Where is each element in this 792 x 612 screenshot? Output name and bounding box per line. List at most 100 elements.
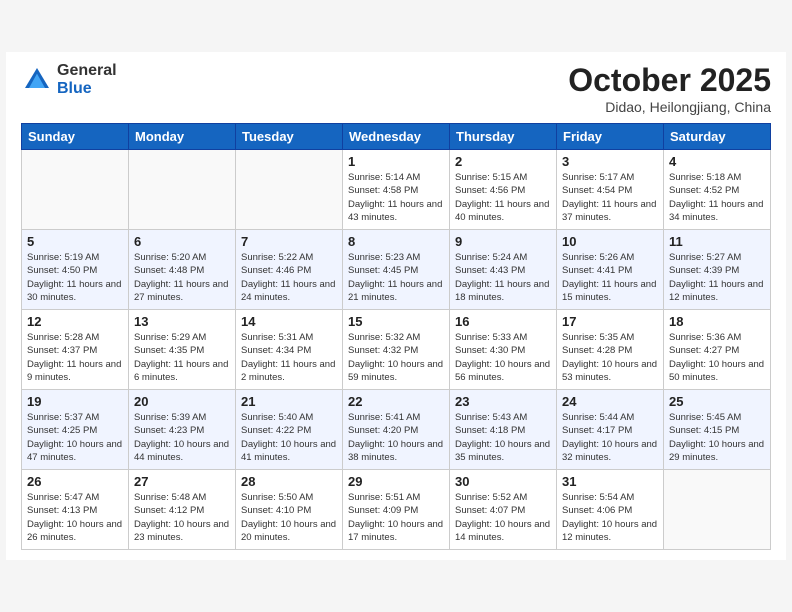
day-info: Sunrise: 5:48 AM Sunset: 4:12 PM Dayligh… [134, 491, 230, 544]
day-info: Sunrise: 5:18 AM Sunset: 4:52 PM Dayligh… [669, 171, 765, 224]
table-row: 17Sunrise: 5:35 AM Sunset: 4:28 PM Dayli… [557, 310, 664, 390]
header-saturday: Saturday [664, 124, 771, 150]
logo-blue: Blue [57, 80, 117, 98]
table-row: 25 Sunrise: 5:45 AM Sunset: 4:15 PM Dayli… [664, 390, 771, 470]
day-info: Sunrise: 5:27 AM Sunset: 4:39 PM Dayligh… [669, 251, 765, 304]
day-number: 1 [348, 154, 444, 169]
day-number: 30 [455, 474, 551, 489]
day-number: 25 [669, 394, 765, 409]
day-info: Sunrise: 5:40 AM Sunset: 4:22 PM Dayligh… [241, 411, 337, 464]
day-info: Sunrise: 5:29 AM Sunset: 4:35 PM Dayligh… [134, 331, 230, 384]
header-tuesday: Tuesday [236, 124, 343, 150]
day-info: Sunrise: 5:43 AM Sunset: 4:18 PM Dayligh… [455, 411, 551, 464]
table-row: 31 Sunrise: 5:54 AM Sunset: 4:06 PM Dayli… [557, 470, 664, 550]
table-row: 19 Sunrise: 5:37 AM Sunset: 4:25 PM Dayli… [22, 390, 129, 470]
table-row [22, 150, 129, 230]
table-row: 23 Sunrise: 5:43 AM Sunset: 4:18 PM Dayli… [450, 390, 557, 470]
day-number: 20 [134, 394, 230, 409]
day-info: Sunrise: 5:28 AM Sunset: 4:37 PM Dayligh… [27, 331, 123, 384]
day-info: Sunrise: 5:26 AM Sunset: 4:41 PM Dayligh… [562, 251, 658, 304]
table-row: 1 Sunrise: 5:14 AM Sunset: 4:58 PM Daylig… [343, 150, 450, 230]
day-info: Sunrise: 5:37 AM Sunset: 4:25 PM Dayligh… [27, 411, 123, 464]
day-info: Sunrise: 5:39 AM Sunset: 4:23 PM Dayligh… [134, 411, 230, 464]
header-sunday: Sunday [22, 124, 129, 150]
day-info: Sunrise: 5:14 AM Sunset: 4:58 PM Dayligh… [348, 171, 444, 224]
day-number: 9 [455, 234, 551, 249]
day-number: 11 [669, 234, 765, 249]
day-number: 12 [27, 314, 123, 329]
day-info: Sunrise: 5:51 AM Sunset: 4:09 PM Dayligh… [348, 491, 444, 544]
table-row: 6 Sunrise: 5:20 AM Sunset: 4:48 PM Daylig… [129, 230, 236, 310]
day-info: Sunrise: 5:45 AM Sunset: 4:15 PM Dayligh… [669, 411, 765, 464]
table-row: 8 Sunrise: 5:23 AM Sunset: 4:45 PM Daylig… [343, 230, 450, 310]
table-row: 18 Sunrise: 5:36 AM Sunset: 4:27 PM Dayli… [664, 310, 771, 390]
day-info: Sunrise: 5:35 AM Sunset: 4:28 PM Dayligh… [562, 331, 658, 384]
day-info: Sunrise: 5:52 AM Sunset: 4:07 PM Dayligh… [455, 491, 551, 544]
day-number: 13 [134, 314, 230, 329]
day-number: 2 [455, 154, 551, 169]
logo-general: General [57, 62, 117, 80]
table-row: 5Sunrise: 5:19 AM Sunset: 4:50 PM Daylig… [22, 230, 129, 310]
calendar-week-row: 1 Sunrise: 5:14 AM Sunset: 4:58 PM Daylig… [22, 150, 771, 230]
day-info: Sunrise: 5:50 AM Sunset: 4:10 PM Dayligh… [241, 491, 337, 544]
table-row: 11 Sunrise: 5:27 AM Sunset: 4:39 PM Dayli… [664, 230, 771, 310]
table-row: 15Sunrise: 5:32 AM Sunset: 4:32 PM Dayli… [343, 310, 450, 390]
header-thursday: Thursday [450, 124, 557, 150]
table-row: 9Sunrise: 5:24 AM Sunset: 4:43 PM Daylig… [450, 230, 557, 310]
day-number: 18 [669, 314, 765, 329]
day-info: Sunrise: 5:54 AM Sunset: 4:06 PM Dayligh… [562, 491, 658, 544]
day-number: 6 [134, 234, 230, 249]
day-number: 23 [455, 394, 551, 409]
table-row: 12 Sunrise: 5:28 AM Sunset: 4:37 PM Dayli… [22, 310, 129, 390]
header: General Blue October 2025 Didao, Heilong… [21, 62, 771, 115]
location: Didao, Heilongjiang, China [568, 99, 771, 115]
day-number: 7 [241, 234, 337, 249]
table-row [664, 470, 771, 550]
table-row: 16Sunrise: 5:33 AM Sunset: 4:30 PM Dayli… [450, 310, 557, 390]
day-info: Sunrise: 5:19 AM Sunset: 4:50 PM Dayligh… [27, 251, 123, 304]
day-number: 19 [27, 394, 123, 409]
table-row [236, 150, 343, 230]
calendar-week-row: 5Sunrise: 5:19 AM Sunset: 4:50 PM Daylig… [22, 230, 771, 310]
table-row: 26 Sunrise: 5:47 AM Sunset: 4:13 PM Dayli… [22, 470, 129, 550]
table-row: 3Sunrise: 5:17 AM Sunset: 4:54 PM Daylig… [557, 150, 664, 230]
table-row: 2Sunrise: 5:15 AM Sunset: 4:56 PM Daylig… [450, 150, 557, 230]
day-number: 26 [27, 474, 123, 489]
table-row: 27Sunrise: 5:48 AM Sunset: 4:12 PM Dayli… [129, 470, 236, 550]
day-number: 14 [241, 314, 337, 329]
table-row: 14 Sunrise: 5:31 AM Sunset: 4:34 PM Dayli… [236, 310, 343, 390]
day-number: 8 [348, 234, 444, 249]
month-title: October 2025 [568, 62, 771, 99]
table-row: 20 Sunrise: 5:39 AM Sunset: 4:23 PM Dayli… [129, 390, 236, 470]
day-number: 22 [348, 394, 444, 409]
table-row: 28 Sunrise: 5:50 AM Sunset: 4:10 PM Dayli… [236, 470, 343, 550]
table-row: 24Sunrise: 5:44 AM Sunset: 4:17 PM Dayli… [557, 390, 664, 470]
day-info: Sunrise: 5:31 AM Sunset: 4:34 PM Dayligh… [241, 331, 337, 384]
calendar-week-row: 19 Sunrise: 5:37 AM Sunset: 4:25 PM Dayli… [22, 390, 771, 470]
day-number: 21 [241, 394, 337, 409]
day-info: Sunrise: 5:36 AM Sunset: 4:27 PM Dayligh… [669, 331, 765, 384]
day-number: 28 [241, 474, 337, 489]
table-row [129, 150, 236, 230]
calendar-week-row: 12 Sunrise: 5:28 AM Sunset: 4:37 PM Dayli… [22, 310, 771, 390]
table-row: 21 Sunrise: 5:40 AM Sunset: 4:22 PM Dayli… [236, 390, 343, 470]
day-number: 3 [562, 154, 658, 169]
day-number: 10 [562, 234, 658, 249]
weekday-header-row: Sunday Monday Tuesday Wednesday Thursday… [22, 124, 771, 150]
day-info: Sunrise: 5:23 AM Sunset: 4:45 PM Dayligh… [348, 251, 444, 304]
title-section: October 2025 Didao, Heilongjiang, China [568, 62, 771, 115]
day-number: 31 [562, 474, 658, 489]
table-row: 22Sunrise: 5:41 AM Sunset: 4:20 PM Dayli… [343, 390, 450, 470]
header-friday: Friday [557, 124, 664, 150]
day-number: 29 [348, 474, 444, 489]
table-row: 13 Sunrise: 5:29 AM Sunset: 4:35 PM Dayli… [129, 310, 236, 390]
day-info: Sunrise: 5:20 AM Sunset: 4:48 PM Dayligh… [134, 251, 230, 304]
logo: General Blue [21, 62, 117, 97]
table-row: 30 Sunrise: 5:52 AM Sunset: 4:07 PM Dayli… [450, 470, 557, 550]
day-number: 16 [455, 314, 551, 329]
table-row: 7 Sunrise: 5:22 AM Sunset: 4:46 PM Daylig… [236, 230, 343, 310]
day-info: Sunrise: 5:47 AM Sunset: 4:13 PM Dayligh… [27, 491, 123, 544]
day-info: Sunrise: 5:22 AM Sunset: 4:46 PM Dayligh… [241, 251, 337, 304]
calendar-table: Sunday Monday Tuesday Wednesday Thursday… [21, 123, 771, 550]
logo-icon [21, 64, 53, 96]
